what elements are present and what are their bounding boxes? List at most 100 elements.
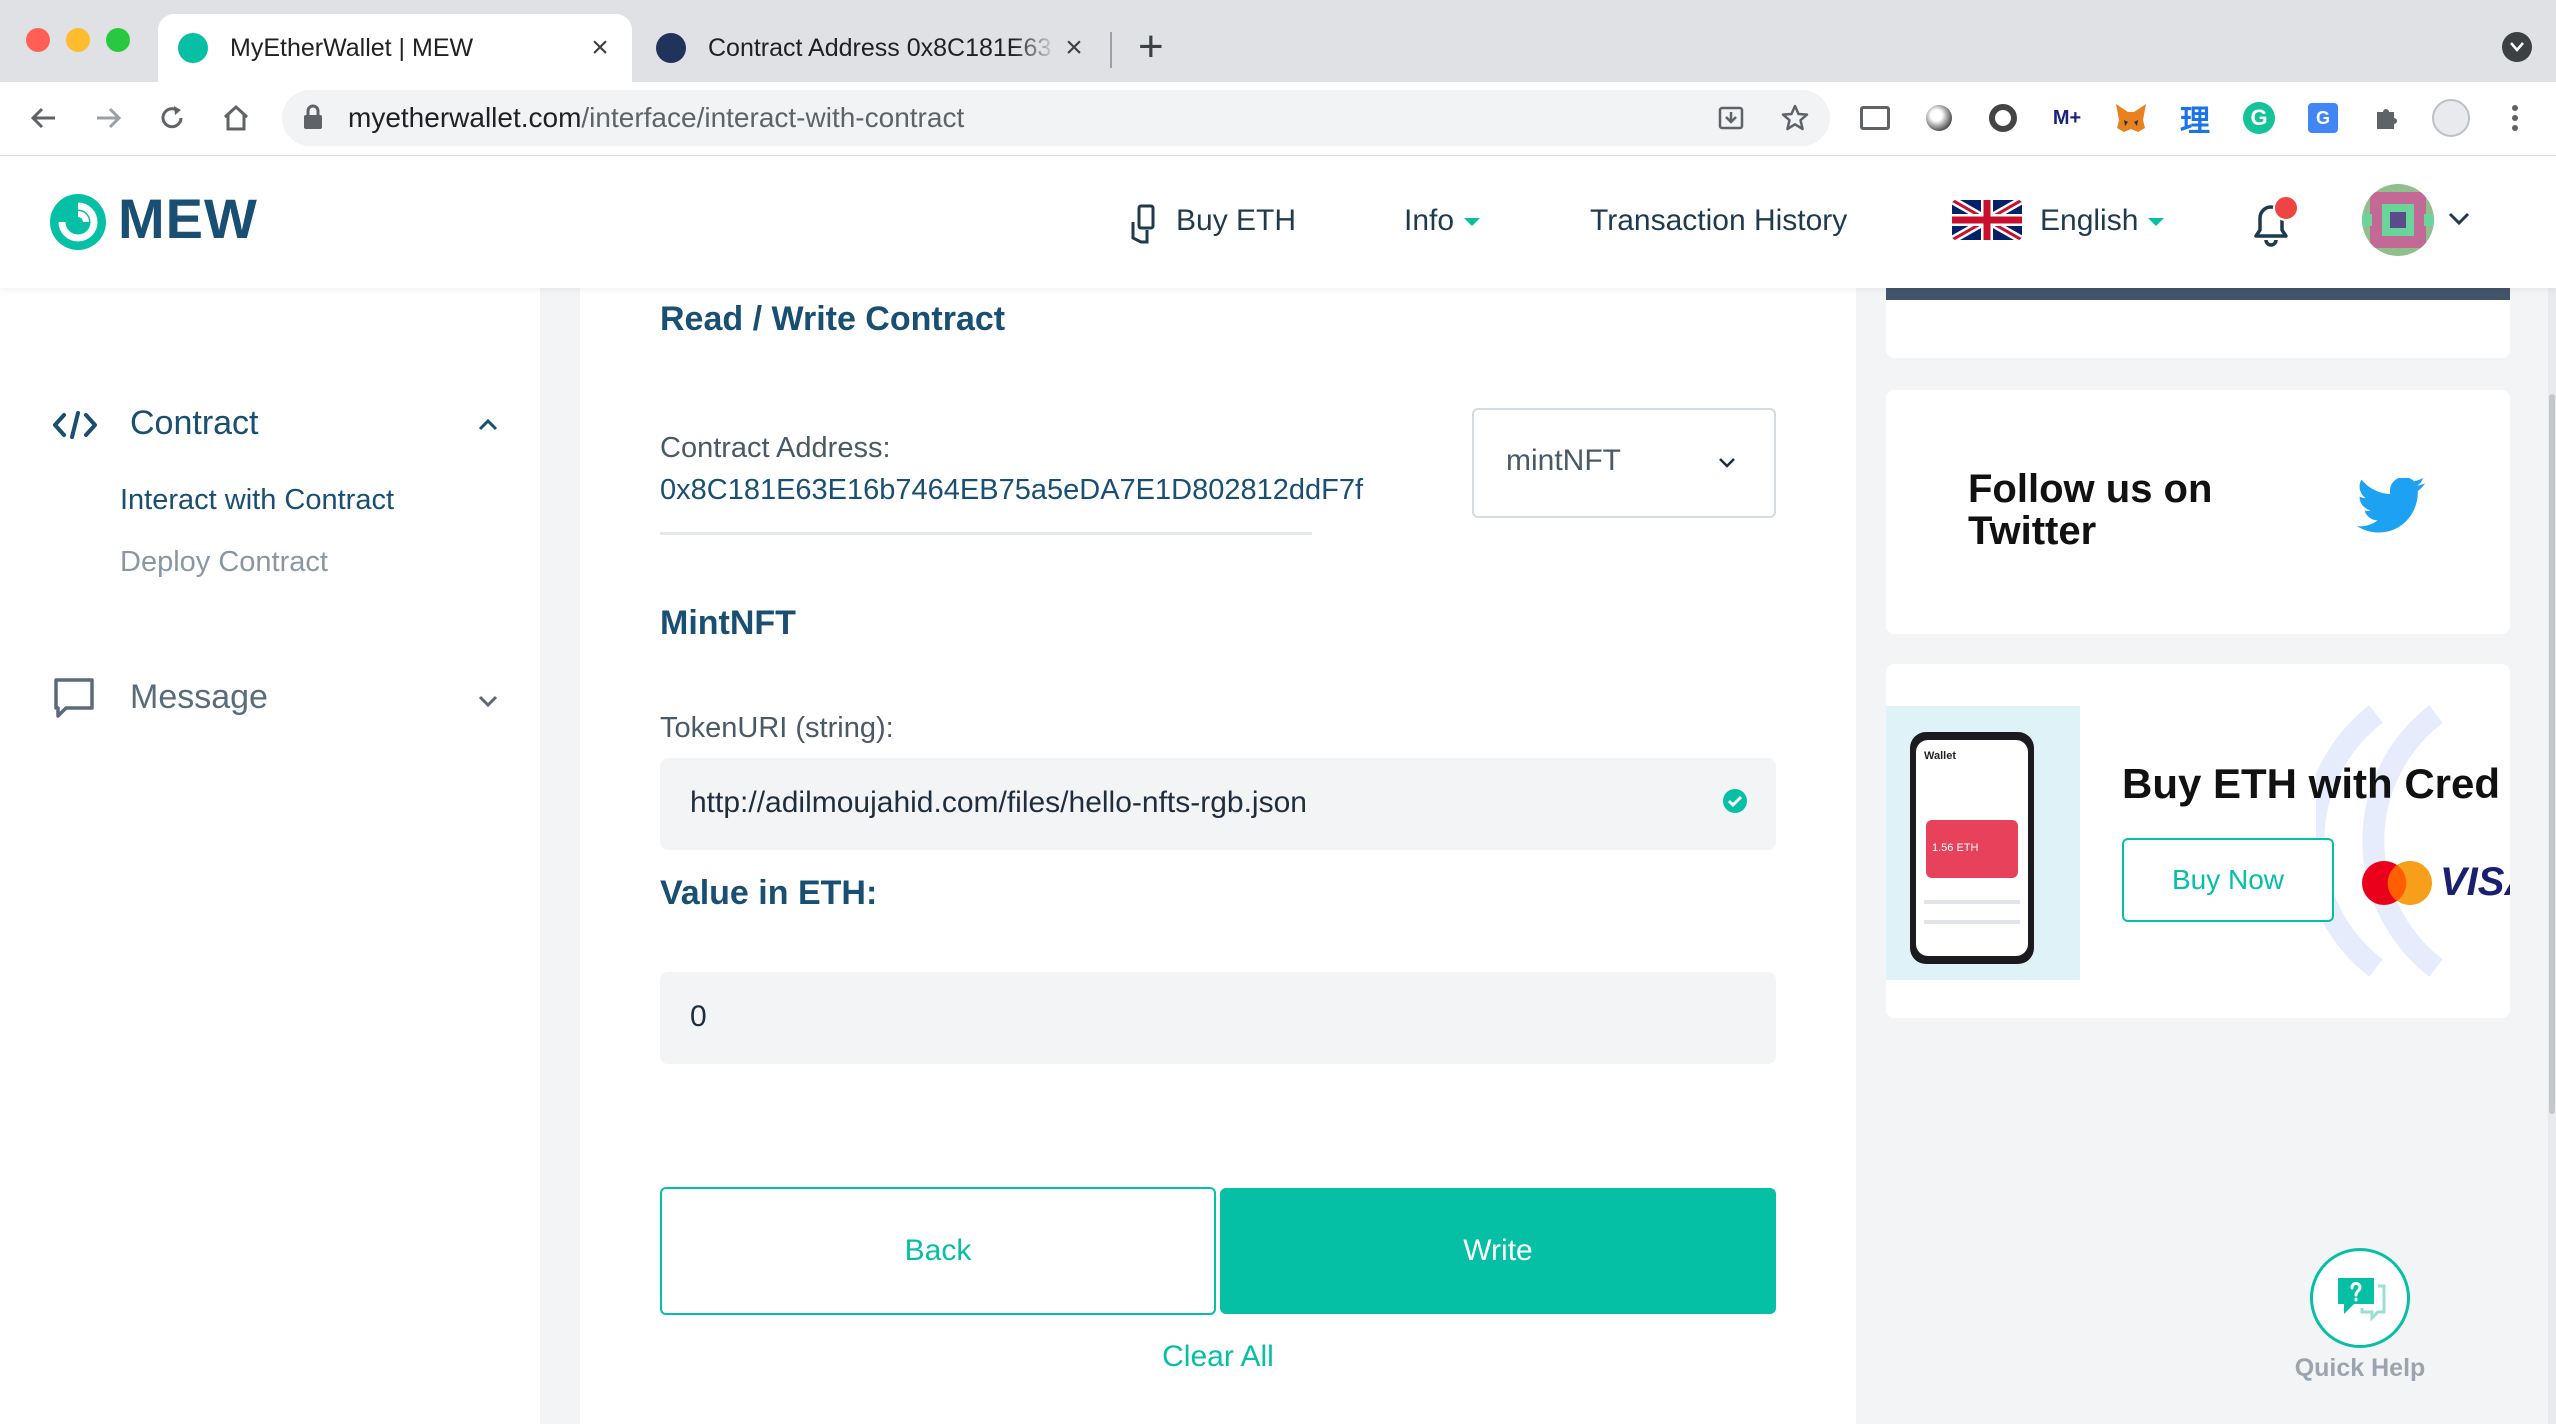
language-caret-icon (2148, 218, 2165, 227)
mastercard-logo-icon (2360, 860, 2434, 906)
phone-wallet-label: Wallet (1924, 750, 1956, 762)
sidebar-item-message[interactable]: Message (130, 678, 268, 717)
app-header: MEW Buy ETH Info Transaction History Eng… (0, 156, 2556, 288)
message-chevron-down-icon[interactable] (478, 694, 498, 712)
quick-help-label: Quick Help (2294, 1354, 2426, 1382)
phone-illustration: Wallet 1.56 ETH (1910, 732, 2034, 964)
back-button[interactable]: Back (660, 1187, 1216, 1315)
contract-chevron-up-icon[interactable] (478, 418, 498, 436)
url-text[interactable]: myetherwallet.com/interface/interact-wit… (348, 102, 964, 134)
url-path: /interface/interact-with-contract (581, 102, 965, 133)
function-select[interactable]: mintNFT (1472, 408, 1776, 518)
close-tab-icon[interactable]: × (1056, 31, 1092, 65)
back-arrow-icon[interactable] (20, 94, 68, 142)
reload-icon[interactable] (148, 94, 196, 142)
value-in-eth-label: Value in ETH: (660, 874, 878, 912)
buy-eth-title: Buy ETH with Cred (2122, 760, 2501, 807)
user-avatar[interactable] (2362, 184, 2434, 256)
visa-logo: VISA (2440, 860, 2510, 904)
phone-screen: Wallet 1.56 ETH (1916, 740, 2028, 956)
dictionary-extension-icon[interactable]: 理 (2176, 99, 2214, 138)
maximize-window-button[interactable] (106, 28, 130, 52)
select-chevron-down-icon (1718, 456, 1736, 474)
buy-eth-hand-icon (1130, 204, 1158, 249)
clear-all-link[interactable]: Clear All (580, 1340, 1856, 1374)
tab-divider (1110, 32, 1112, 68)
bookmark-star-icon[interactable] (1776, 99, 1814, 137)
url-domain: myetherwallet.com (348, 102, 582, 133)
extensions-puzzle-icon[interactable] (2368, 99, 2406, 137)
etherscan-favicon-icon (656, 33, 686, 63)
google-translate-icon[interactable]: G (2304, 99, 2342, 137)
twitter-title: Follow us on Twitter (1968, 467, 2213, 553)
new-tab-button[interactable]: + (1138, 22, 1164, 72)
value-in-eth-value: 0 (690, 1000, 707, 1033)
phone-list-line (1924, 920, 2020, 924)
contract-address-label: Contract Address: (660, 432, 891, 464)
page-title: Read / Write Contract (660, 300, 1006, 338)
close-tab-icon[interactable]: × (582, 31, 618, 65)
quick-help-button[interactable] (2310, 1248, 2410, 1348)
tab-search-icon[interactable] (2502, 32, 2532, 62)
grammarly-icon[interactable]: G (2240, 99, 2278, 137)
message-bubble-icon (52, 676, 96, 725)
clear-all-label: Clear All (1162, 1340, 1274, 1373)
contactless-waves-icon (2302, 704, 2510, 978)
contract-code-icon (52, 410, 98, 445)
token-uri-input[interactable]: http://adilmoujahid.com/files/hello-nfts… (660, 758, 1776, 850)
nav-info-label: Info (1404, 204, 1455, 237)
close-window-button[interactable] (26, 28, 50, 52)
lock-icon (302, 104, 324, 135)
forward-arrow-icon[interactable] (84, 94, 132, 142)
q-extension-icon[interactable] (1984, 99, 2022, 137)
interact-contract-card: Read / Write Contract Contract Address: … (580, 288, 1856, 1424)
phone-balance: 1.56 ETH (1932, 842, 1979, 854)
mew-favicon-icon (178, 33, 208, 63)
sidebar-item-contract[interactable]: Contract (130, 404, 259, 443)
tab-title: MyEtherWallet | MEW (230, 33, 474, 62)
phone-eth-card: 1.56 ETH (1926, 820, 2018, 878)
sidebar-item-interact-with-contract[interactable]: Interact with Contract (120, 484, 394, 517)
buy-eth-promo-card: Wallet 1.56 ETH Buy ETH with Cred Buy No… (1886, 664, 2510, 1018)
twitter-card[interactable]: Follow us on Twitter (1886, 390, 2510, 634)
contract-address-value: 0x8C181E63E16b7464EB75a5eDA7E1D802812ddF… (660, 474, 1364, 506)
nav-transaction-history[interactable]: Transaction History (1590, 204, 1847, 238)
token-uri-value: http://adilmoujahid.com/files/hello-nfts… (690, 786, 1307, 819)
function-title: MintNFT (660, 604, 796, 642)
tab-title: Contract Address 0x8C181E63 (708, 33, 1052, 62)
sidebar-item-deploy-contract[interactable]: Deploy Contract (120, 546, 328, 579)
screenshot-extension-icon[interactable] (1856, 99, 1894, 137)
mew-logo-text[interactable]: MEW (118, 186, 258, 251)
address-underline (660, 532, 1312, 535)
minimize-window-button[interactable] (66, 28, 90, 52)
account-chevron-down-icon[interactable] (2448, 212, 2470, 231)
language-label: English (2040, 204, 2139, 237)
metamask-fox-icon[interactable] (2112, 99, 2150, 137)
profile-avatar-icon[interactable] (2432, 99, 2470, 137)
buy-now-button[interactable]: Buy Now (2122, 838, 2334, 922)
tab-etherscan[interactable]: Contract Address 0x8C181E63 × (636, 14, 1106, 82)
notification-bell-icon[interactable] (2248, 194, 2299, 255)
phone-list-line (1924, 900, 2020, 904)
token-uri-label: TokenURI (string): (660, 712, 894, 744)
uk-flag-icon (1952, 200, 2022, 240)
twitter-bird-icon (2356, 477, 2428, 543)
promo-bar (1886, 288, 2510, 300)
value-in-eth-input[interactable]: 0 (660, 972, 1776, 1064)
nav-buy-eth[interactable]: Buy ETH (1176, 204, 1296, 238)
valid-check-icon (1722, 788, 1748, 819)
mew-logo-icon[interactable] (48, 192, 108, 257)
page-scrollbar-thumb[interactable] (2549, 394, 2555, 1114)
nav-info[interactable]: Info (1404, 204, 1481, 238)
tab-mew[interactable]: MyEtherWallet | MEW × (158, 14, 632, 82)
sidebar: Contract Interact with Contract Deploy C… (0, 277, 540, 1424)
language-selector[interactable]: English (2040, 204, 2165, 238)
chrome-menu-icon[interactable] (2496, 99, 2534, 137)
write-button[interactable]: Write (1220, 1188, 1776, 1314)
install-app-icon[interactable] (1712, 99, 1750, 137)
m-extension-icon[interactable]: M+ (2048, 99, 2086, 137)
info-caret-icon (1464, 218, 1481, 227)
function-select-value: mintNFT (1506, 444, 1621, 477)
home-icon[interactable] (212, 94, 260, 142)
circle-extension-icon[interactable] (1920, 99, 1958, 137)
